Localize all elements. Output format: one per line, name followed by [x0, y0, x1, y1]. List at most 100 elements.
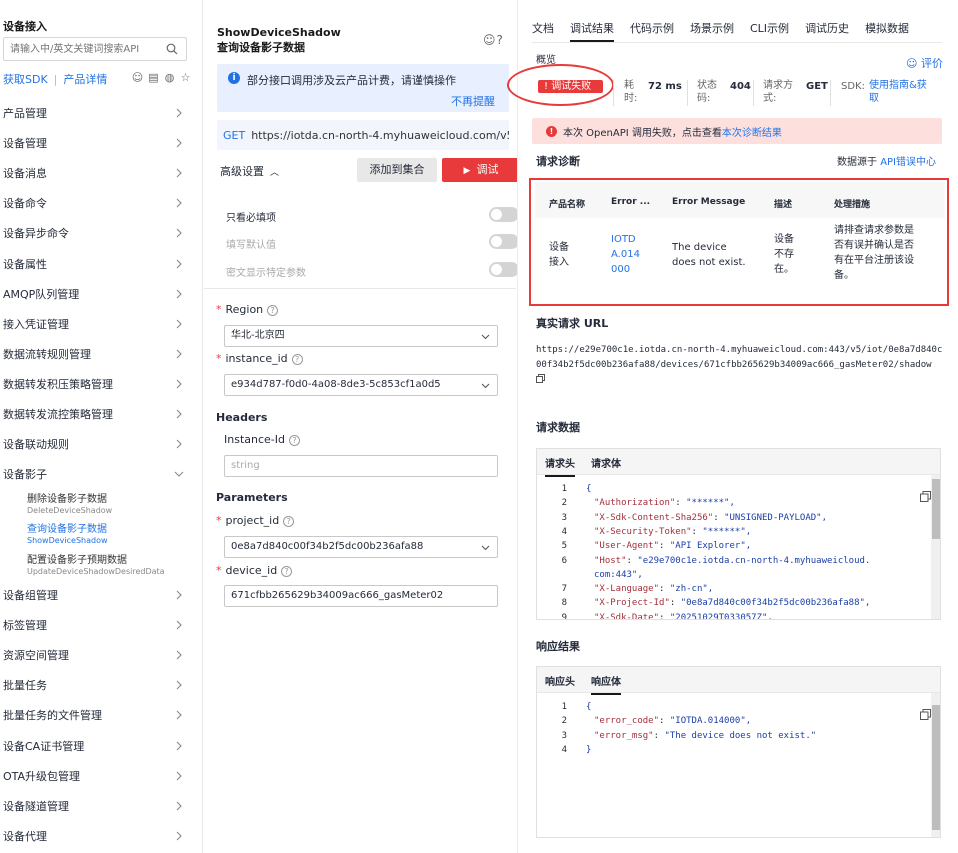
- document-icon[interactable]: ▤: [147, 71, 160, 84]
- instance-id-header-label: Instance-Id?: [224, 433, 300, 446]
- instance-id-select[interactable]: e934d787-f0d0-4a08-8de3-5c853cf1a0d5: [224, 374, 498, 396]
- chevron-right-icon: [176, 289, 182, 298]
- sidebar-item[interactable]: OTA升级包管理: [0, 761, 190, 791]
- debug-button[interactable]: ▶ 调试: [442, 158, 520, 182]
- sidebar-item[interactable]: 设备消息: [0, 158, 190, 188]
- tab-3[interactable]: 场景示例: [690, 20, 734, 42]
- sidebar-item[interactable]: AMQP队列管理: [0, 279, 190, 309]
- copy-icon[interactable]: [536, 374, 545, 383]
- metric-duration: 耗 时:: [624, 79, 637, 105]
- divider: [830, 80, 831, 106]
- project-id-select[interactable]: 0e8a7d840c00f34b2f5dc00b236afa88: [224, 536, 498, 558]
- tab-2[interactable]: 代码示例: [630, 20, 674, 42]
- region-select[interactable]: 华北-北京四: [224, 325, 498, 347]
- help-icon[interactable]: ?: [497, 33, 504, 47]
- sidebar-subitem[interactable]: 配置设备影子预期数据 UpdateDeviceShadowDesiredData: [27, 555, 197, 577]
- metric-label: 请求方: [763, 80, 793, 91]
- star-icon[interactable]: ☆: [179, 71, 192, 84]
- toggle-switch[interactable]: [489, 207, 519, 222]
- sdk-guide-link[interactable]: 使用指南&获 取: [869, 79, 927, 105]
- help-icon[interactable]: ?: [291, 354, 303, 365]
- smiley-icon[interactable]: ☺: [483, 33, 497, 47]
- rate-link[interactable]: ☺ 评价: [906, 55, 943, 71]
- scrollbar[interactable]: [931, 693, 940, 837]
- sidebar-item[interactable]: 设备属性: [0, 249, 190, 279]
- toggle-switch[interactable]: [489, 234, 519, 249]
- json-value: {: [586, 702, 592, 712]
- sidebar-item[interactable]: 设备CA证书管理: [0, 731, 190, 761]
- scrollbar-thumb[interactable]: [932, 479, 940, 539]
- tab-request-body[interactable]: 请求体: [591, 455, 621, 470]
- instance-header-label-text: Instance-Id: [224, 433, 285, 446]
- sidebar-subitem[interactable]: 删除设备影子数据 DeleteDeviceShadow: [27, 494, 197, 516]
- sidebar-item[interactable]: 设备代理: [0, 821, 190, 851]
- api-search-input[interactable]: [4, 38, 154, 60]
- sidebar-item[interactable]: 设备命令: [0, 188, 190, 218]
- product-detail-link[interactable]: 产品详情: [63, 71, 107, 87]
- sidebar-item[interactable]: 设备异步命令: [0, 218, 190, 248]
- code-text: {: [586, 700, 591, 714]
- tab-4[interactable]: CLI示例: [750, 20, 789, 42]
- chevron-down-icon: [174, 471, 184, 477]
- help-icon[interactable]: ?: [288, 435, 300, 446]
- metric-label: 耗: [624, 80, 634, 91]
- tab-5[interactable]: 调试历史: [805, 20, 849, 42]
- copy-icon[interactable]: [920, 709, 931, 720]
- tab-response-body[interactable]: 响应体: [591, 673, 621, 695]
- smiley-icon[interactable]: ☺: [131, 71, 144, 84]
- globe-icon[interactable]: ◍: [163, 71, 176, 84]
- sidebar-item-label: 批量任务的文件管理: [3, 709, 102, 723]
- scrollbar[interactable]: [931, 475, 940, 619]
- sidebar-item[interactable]: 设备影子: [0, 459, 190, 489]
- code-text: {: [586, 482, 591, 496]
- copy-icon[interactable]: [920, 491, 931, 502]
- scrollbar-thumb[interactable]: [932, 705, 940, 830]
- toggle-default-values: 填写默认值: [224, 233, 519, 251]
- device-id-input[interactable]: 671cfbb265629b34009ac666_gasMeter02: [224, 585, 498, 607]
- diagnosis-table: 产品名称 Error ... Error Message 描述 处理措施 设备 …: [529, 178, 949, 306]
- sidebar-item[interactable]: 产品管理: [0, 98, 190, 128]
- sidebar-item[interactable]: 设备管理: [0, 128, 190, 158]
- sidebar-item[interactable]: 标签管理: [0, 610, 190, 640]
- diagnosis-link[interactable]: 本次诊断结果: [722, 124, 782, 139]
- get-sdk-link[interactable]: 获取SDK: [3, 71, 48, 87]
- sidebar-subitem[interactable]: 查询设备影子数据 ShowDeviceShadow: [27, 524, 197, 546]
- advanced-settings-toggle[interactable]: 高级设置 ︿: [220, 163, 279, 179]
- code-text: "X-Sdk-Date": "20251029T033057Z",: [594, 611, 773, 619]
- api-nav-sidebar: 设备接入 获取SDK | 产品详情 ☺ ▤ ◍ ☆ 产品管理设备管理设备消息设备…: [0, 0, 203, 853]
- help-icon[interactable]: ?: [267, 305, 279, 316]
- api-search-box[interactable]: [3, 37, 187, 61]
- chevron-right-icon: [176, 108, 182, 118]
- api-error-center-link[interactable]: API错误中心: [880, 157, 936, 168]
- sidebar-item[interactable]: 设备联动规则: [0, 429, 190, 459]
- sidebar-item[interactable]: 设备隧道管理: [0, 791, 190, 821]
- real-url-value: https://e29e700c1e.iotda.cn-north-4.myhu…: [536, 345, 943, 370]
- tab-0[interactable]: 文档: [532, 20, 554, 42]
- toggle-switch[interactable]: [489, 262, 519, 277]
- sidebar-item[interactable]: 批量任务: [0, 670, 190, 700]
- tab-1[interactable]: 调试结果: [570, 20, 614, 42]
- tab-response-headers[interactable]: 响应头: [545, 673, 575, 688]
- notice-dismiss-link[interactable]: 不再提醒: [451, 93, 495, 109]
- metric-status: 状态 码:: [697, 79, 717, 105]
- tab-request-headers[interactable]: 请求头: [545, 455, 575, 477]
- code-text: "Authorization": "******",: [594, 498, 735, 509]
- metric-method-value: GET: [806, 80, 828, 93]
- sidebar-item[interactable]: 批量任务的文件管理: [0, 700, 190, 730]
- help-icon[interactable]: ?: [283, 516, 295, 527]
- column-header: Error ...: [611, 197, 651, 207]
- chevron-right-icon: [176, 198, 182, 208]
- sidebar-item[interactable]: 设备组管理: [0, 580, 190, 610]
- cell-error-code[interactable]: IOTD A.014 000: [611, 232, 640, 277]
- instance-id-header-input[interactable]: string: [224, 455, 498, 477]
- tab-6[interactable]: 模拟数据: [865, 20, 909, 42]
- add-to-collection-button[interactable]: 添加到集合: [357, 158, 437, 182]
- sidebar-item[interactable]: 资源空间管理: [0, 640, 190, 670]
- sidebar-item-label: 设备影子: [3, 468, 47, 482]
- sidebar-item[interactable]: 数据流转规则管理: [0, 339, 190, 369]
- sidebar-item[interactable]: 数据转发流控策略管理: [0, 399, 190, 429]
- sidebar-item[interactable]: 接入凭证管理: [0, 309, 190, 339]
- sidebar-item[interactable]: 数据转发积压策略管理: [0, 369, 190, 399]
- help-icon[interactable]: ?: [281, 566, 293, 577]
- search-icon[interactable]: [166, 43, 178, 55]
